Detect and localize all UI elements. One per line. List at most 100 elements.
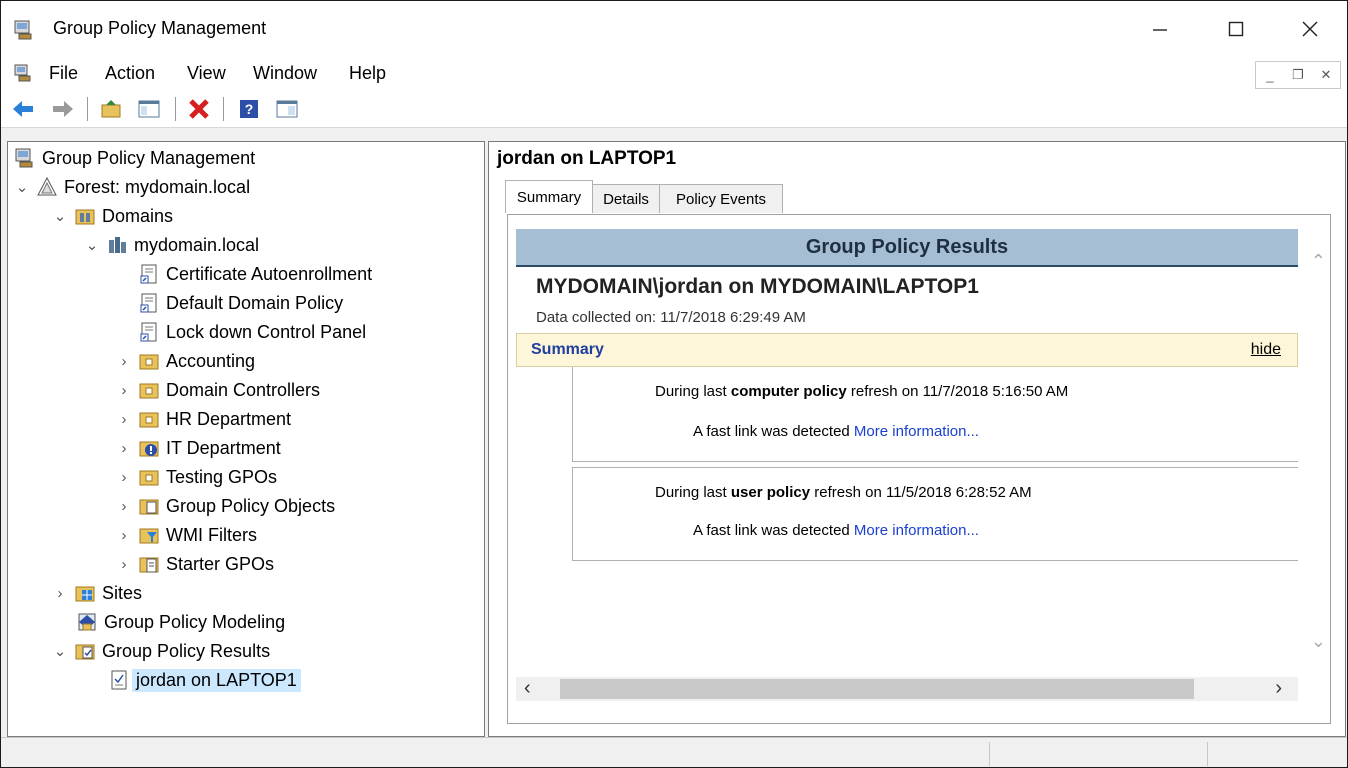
tree-item-domains[interactable]: ⌄ Domains: [50, 202, 173, 230]
sites-icon: [75, 586, 95, 602]
user-refresh-text: During last user policy refresh on 11/5/…: [655, 484, 1032, 501]
toolbar: ?: [1, 89, 1347, 128]
more-information-link[interactable]: More information...: [854, 522, 979, 539]
properties-button[interactable]: [275, 97, 299, 121]
tree-item-gpm-root[interactable]: Group Policy Management: [10, 144, 255, 172]
summary-section-title: Summary: [531, 341, 604, 358]
tree-label: Default Domain Policy: [166, 292, 344, 313]
tree-item-ou[interactable]: › Testing GPOs: [114, 463, 278, 491]
chevron-right-icon[interactable]: ›: [114, 353, 134, 370]
gpo-container-icon: [139, 499, 159, 515]
properties-icon: [276, 100, 298, 118]
chevron-right-icon[interactable]: ›: [114, 411, 134, 428]
window-title: Group Policy Management: [53, 18, 267, 38]
tree-item-ou[interactable]: › Domain Controllers: [114, 376, 321, 404]
more-information-link[interactable]: More information...: [854, 423, 979, 440]
tree-item-starter-gpos[interactable]: › Starter GPOs: [114, 550, 275, 578]
forward-button[interactable]: [51, 97, 75, 121]
divider: [572, 461, 1298, 462]
menu-bar: File Action View Window Help _ ❐ ✕: [1, 57, 1347, 89]
chevron-down-icon[interactable]: ⌄: [50, 642, 70, 660]
report-subject: MYDOMAIN\jordan on MYDOMAIN\LAPTOP1: [536, 275, 979, 298]
scroll-up-icon[interactable]: ⌃: [1311, 251, 1326, 272]
chevron-right-icon[interactable]: ›: [114, 498, 134, 515]
tree-item-forest[interactable]: ⌄ Forest: mydomain.local: [12, 173, 250, 201]
show-hide-console-tree-button[interactable]: [137, 97, 161, 121]
chevron-down-icon[interactable]: ⌄: [50, 207, 70, 225]
toolbar-separator: [175, 97, 176, 121]
tree-item-gpo-link[interactable]: Certificate Autoenrollment: [134, 260, 372, 288]
scroll-left-icon[interactable]: ‹: [524, 677, 531, 700]
result-item-icon: [111, 670, 127, 690]
tree-item-ou[interactable]: › Accounting: [114, 347, 256, 375]
computer-policy-block: During last computer policy refresh on 1…: [572, 367, 1299, 461]
chevron-right-icon[interactable]: ›: [114, 527, 134, 544]
tree-item-gpo-link[interactable]: Lock down Control Panel: [134, 318, 366, 346]
chevron-right-icon[interactable]: ›: [114, 440, 134, 457]
chevron-down-icon[interactable]: ⌄: [12, 178, 32, 196]
tree-item-result-jordan[interactable]: jordan on LAPTOP1: [104, 666, 301, 694]
delete-button[interactable]: [187, 97, 211, 121]
menu-help[interactable]: Help: [349, 63, 386, 84]
result-pane: jordan on LAPTOP1 Summary Details Policy…: [488, 141, 1346, 737]
text-fragment: refresh on 11/7/2018 5:16:50 AM: [846, 383, 1069, 400]
help-button[interactable]: ?: [237, 97, 261, 121]
tree-item-mydomain[interactable]: ⌄ mydomain.local: [82, 231, 259, 259]
menu-view[interactable]: View: [187, 63, 226, 84]
mdi-system-menu-icon[interactable]: [13, 63, 33, 83]
modeling-icon: [78, 613, 96, 631]
gpo-link-icon: [140, 293, 157, 313]
tree-item-sites[interactable]: › Sites: [50, 579, 143, 607]
tree-item-ou[interactable]: › HR Department: [114, 405, 292, 433]
mdi-minimize-icon[interactable]: _: [1256, 62, 1284, 88]
menu-window[interactable]: Window: [253, 63, 317, 84]
tree-label: IT Department: [166, 437, 281, 458]
close-icon: [1302, 21, 1318, 37]
tree-item-ou[interactable]: › IT Department: [114, 434, 281, 462]
minimize-icon: [1153, 29, 1167, 31]
chevron-right-icon[interactable]: ›: [50, 585, 70, 602]
chevron-right-icon[interactable]: ›: [114, 382, 134, 399]
scroll-right-icon[interactable]: ›: [1275, 677, 1282, 700]
menu-action[interactable]: Action: [105, 63, 155, 84]
up-one-level-button[interactable]: [99, 97, 123, 121]
scrollbar-thumb[interactable]: [560, 679, 1194, 699]
forest-icon: [37, 176, 57, 196]
chevron-right-icon[interactable]: ›: [114, 556, 134, 573]
computer-policy-label: computer policy: [730, 383, 847, 400]
forward-arrow-icon: [53, 101, 73, 117]
tab-details[interactable]: Details: [592, 184, 660, 213]
tree-item-modeling[interactable]: Group Policy Modeling: [72, 608, 285, 636]
back-button[interactable]: [11, 97, 35, 121]
maximize-button[interactable]: [1213, 11, 1259, 47]
tree-label: WMI Filters: [166, 524, 257, 545]
close-button[interactable]: [1287, 11, 1333, 47]
tree-item-gpo-container[interactable]: › Group Policy Objects: [114, 492, 336, 520]
computer-refresh-text: During last computer policy refresh on 1…: [655, 383, 1068, 400]
gpm-app-icon: [14, 20, 32, 40]
tree-item-wmi-filters[interactable]: › WMI Filters: [114, 521, 257, 549]
mdi-restore-icon[interactable]: ❐: [1284, 62, 1312, 88]
report-view: Group Policy Results MYDOMAIN\jordan on …: [507, 214, 1331, 724]
tab-policy-events[interactable]: Policy Events: [659, 184, 783, 213]
tree-item-gpo-link[interactable]: Default Domain Policy: [134, 289, 343, 317]
chevron-down-icon[interactable]: ⌄: [82, 236, 102, 254]
domains-icon: [75, 209, 95, 225]
tree-label: Domains: [102, 205, 174, 226]
chevron-right-icon[interactable]: ›: [114, 469, 134, 486]
scroll-down-icon[interactable]: ⌄: [1311, 631, 1326, 652]
tree-label: Group Policy Results: [102, 640, 271, 661]
up-folder-icon: [101, 100, 121, 118]
mdi-close-icon[interactable]: ✕: [1312, 62, 1340, 88]
tab-summary[interactable]: Summary: [505, 180, 593, 213]
gpo-link-icon: [140, 264, 157, 284]
minimize-button[interactable]: [1137, 11, 1183, 47]
ou-folder-blocked-icon: [139, 441, 159, 457]
tree-label: Domain Controllers: [166, 379, 321, 400]
report-collected-date: Data collected on: 11/7/2018 6:29:49 AM: [536, 309, 806, 326]
tree-label: jordan on LAPTOP1: [132, 668, 301, 692]
menu-file[interactable]: File: [49, 63, 78, 84]
tree-item-results[interactable]: ⌄ Group Policy Results: [50, 637, 270, 665]
horizontal-scrollbar[interactable]: ‹ ›: [516, 677, 1298, 701]
hide-link[interactable]: hide: [1251, 341, 1281, 359]
